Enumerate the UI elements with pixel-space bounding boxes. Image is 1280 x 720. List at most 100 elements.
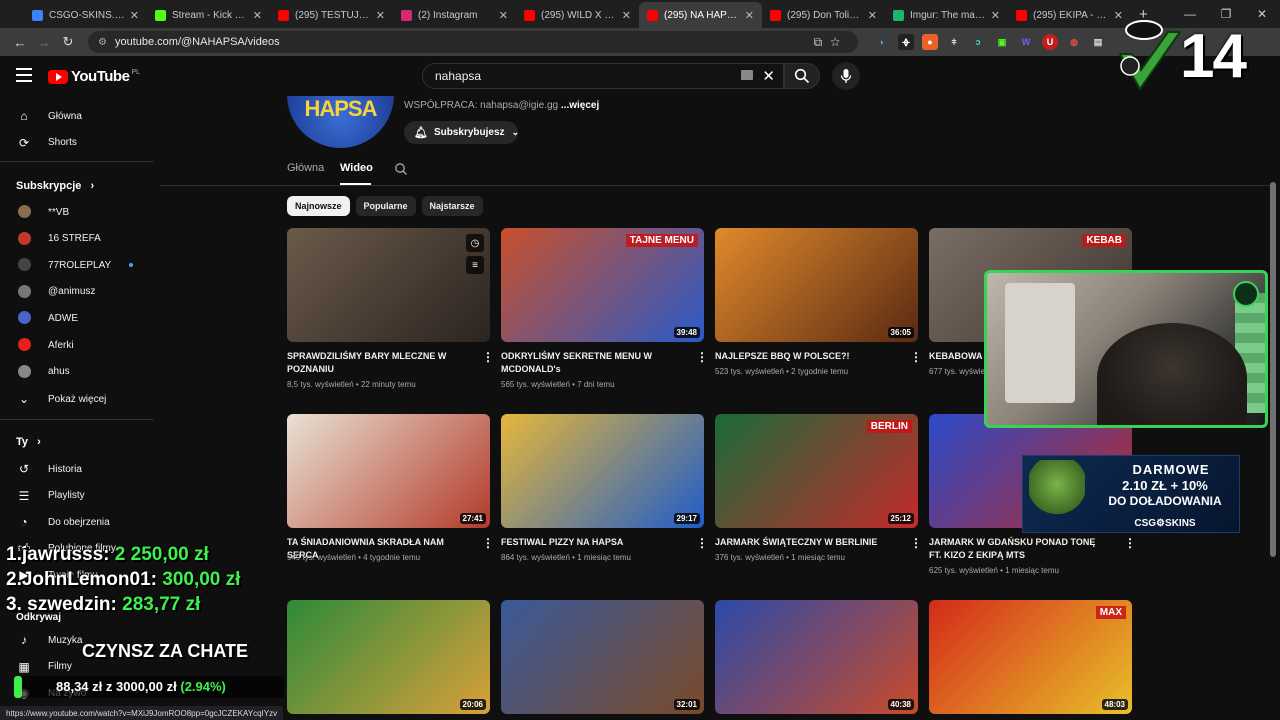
browser-tab[interactable]: (295) NA HAPSA - Yo ✕: [639, 2, 762, 28]
video-thumbnail[interactable]: TAJNE MENU 39:48: [501, 228, 704, 342]
browser-tab[interactable]: Stream - Kick Dashbo ✕: [147, 2, 270, 28]
video-card[interactable]: MAX 48:03: [929, 600, 1132, 714]
address-bar[interactable]: ⚙ youtube.com/@NAHAPSA/videos ⧉☆: [88, 31, 858, 53]
video-thumbnail[interactable]: 36:05: [715, 228, 918, 342]
reload-icon[interactable]: ↻: [56, 34, 80, 50]
video-thumbnail[interactable]: 27:41: [287, 414, 490, 528]
browser-tab[interactable]: (295) TESTUJEMY NA ✕: [270, 2, 393, 28]
more-actions-icon[interactable]: ⋮: [482, 350, 494, 364]
sidebar-subscription[interactable]: 16 STREFA: [0, 226, 154, 252]
extensions-puzzle-icon[interactable]: ▤: [1090, 34, 1106, 50]
sidebar-subscription[interactable]: ADWE: [0, 305, 154, 331]
sort-chip[interactable]: Najnowsze: [287, 196, 350, 216]
browser-tab[interactable]: (2) Instagram ✕: [393, 2, 516, 28]
video-thumbnail[interactable]: BERLIN 25:12: [715, 414, 918, 528]
sidebar-subscription[interactable]: 77ROLEPLAY: [0, 252, 154, 278]
extension-icon[interactable]: ↄ: [970, 34, 986, 50]
close-tab-icon[interactable]: ✕: [991, 9, 1000, 22]
subscribed-button[interactable]: 🔔︎ Subskrybujesz ⌄: [404, 121, 519, 144]
more-actions-icon[interactable]: ⋮: [910, 350, 922, 364]
tab-home[interactable]: Główna: [287, 162, 324, 174]
video-card[interactable]: 32:01: [501, 600, 704, 714]
video-thumbnail[interactable]: MAX 48:03: [929, 600, 1132, 714]
close-tab-icon[interactable]: ✕: [376, 9, 385, 22]
browser-tab[interactable]: (295) WILD X KABE X ✕: [516, 2, 639, 28]
video-thumbnail[interactable]: 32:01: [501, 600, 704, 714]
more-actions-icon[interactable]: ⋮: [910, 536, 922, 550]
close-window-icon[interactable]: ✕: [1244, 7, 1280, 21]
video-card[interactable]: 36:05 NAJLEPSZE BBQ W POLSCE?! ⋮ 523 tys. w…: [715, 228, 922, 376]
more-actions-icon[interactable]: ⋮: [1124, 536, 1136, 550]
close-tab-icon[interactable]: ✕: [745, 9, 754, 22]
extension-icon[interactable]: ǂ: [946, 34, 962, 50]
sidebar-item-history[interactable]: ↺ Historia: [0, 456, 154, 482]
sidebar-item-playlist[interactable]: ☰ Playlisty: [0, 483, 154, 509]
bookmark-star-icon[interactable]: ⧉☆: [814, 35, 848, 50]
video-thumbnail[interactable]: 20:06: [287, 600, 490, 714]
sidebar-subscription[interactable]: **VB: [0, 199, 154, 225]
tab-videos[interactable]: Wideo: [340, 162, 373, 174]
watch-later-icon[interactable]: ◷: [466, 234, 484, 252]
channel-avatar[interactable]: HAPSA: [287, 96, 394, 148]
more-actions-icon[interactable]: ⋮: [696, 350, 708, 364]
clear-search-icon[interactable]: ✕: [762, 67, 775, 85]
you-heading[interactable]: Ty ›: [16, 436, 41, 448]
extension-icon[interactable]: ●: [922, 34, 938, 50]
extension-icon[interactable]: W: [1018, 34, 1034, 50]
show-more-button[interactable]: ⌄ Pokaż więcej: [0, 386, 154, 412]
video-thumbnail[interactable]: 40:38: [715, 600, 918, 714]
close-tab-icon[interactable]: ✕: [499, 9, 508, 22]
youtube-logo[interactable]: YouTube PL: [48, 68, 140, 85]
back-icon[interactable]: ←: [8, 35, 32, 50]
video-thumbnail[interactable]: ◷ ≡: [287, 228, 490, 342]
site-info-icon[interactable]: ⚙: [98, 37, 107, 48]
sidebar-subscription[interactable]: @animusz: [0, 279, 154, 305]
more-link[interactable]: ...więcej: [561, 100, 599, 111]
video-card[interactable]: 29:17 FESTIWAL PIZZY NA HAPSA ⋮ 864 tys. wy…: [501, 414, 708, 562]
extension-icon[interactable]: ▣: [994, 34, 1010, 50]
maximize-icon[interactable]: ❐: [1208, 7, 1244, 21]
extension-icon[interactable]: ◍: [1066, 34, 1082, 50]
search-button[interactable]: [784, 63, 820, 89]
video-card[interactable]: 40:38: [715, 600, 918, 714]
browser-tab[interactable]: (295) Don Toliver & Y ✕: [762, 2, 885, 28]
sidebar-item-watch-later[interactable]: ◔ Do obejrzenia: [0, 509, 154, 535]
video-title[interactable]: ODKRYLIŚMY SEKRETNE MENU W MCDONALD's: [501, 350, 681, 376]
sidebar-item-home[interactable]: ⌂ Główna: [0, 103, 154, 129]
video-card[interactable]: TAJNE MENU 39:48 ODKRYLIŚMY SEKRETNE MENU …: [501, 228, 708, 389]
video-title[interactable]: SPRAWDZILIŚMY BARY MLECZNE W POZNANIU: [287, 350, 467, 376]
extension-icon[interactable]: ◗: [874, 34, 890, 50]
close-tab-icon[interactable]: ✕: [868, 9, 877, 22]
sort-chip[interactable]: Najstarsze: [421, 196, 483, 216]
sidebar-subscription[interactable]: ahus: [0, 359, 154, 385]
voice-search-button[interactable]: [832, 62, 860, 90]
video-card[interactable]: BERLIN 25:12 JARMARK ŚWIĄTECZNY W BERLINIE…: [715, 414, 922, 562]
video-card[interactable]: 27:41 TA ŚNIADANIOWNIA SKRADŁA NAM SERCA ⋮…: [287, 414, 494, 562]
page-scrollbar[interactable]: [1270, 182, 1276, 557]
video-card[interactable]: 20:06: [287, 600, 490, 714]
menu-icon[interactable]: [16, 68, 32, 82]
sort-chip[interactable]: Popularne: [355, 196, 416, 216]
close-tab-icon[interactable]: ✕: [622, 9, 631, 22]
close-tab-icon[interactable]: ✕: [253, 9, 262, 22]
video-title[interactable]: NAJLEPSZE BBQ W POLSCE?!: [715, 350, 895, 363]
more-actions-icon[interactable]: ⋮: [482, 536, 494, 550]
sidebar-subscription[interactable]: Aferki: [0, 332, 154, 358]
forward-icon[interactable]: →: [32, 35, 56, 50]
keyboard-icon[interactable]: [741, 70, 753, 80]
browser-tab[interactable]: Imgur: The magic of t ✕: [885, 2, 1008, 28]
video-title[interactable]: JARMARK ŚWIĄTECZNY W BERLINIE: [715, 536, 895, 549]
browser-tab[interactable]: CSGO-SKINS.COM - F ✕: [24, 2, 147, 28]
sidebar-item-shorts[interactable]: ⟳ Shorts: [0, 130, 154, 156]
video-card[interactable]: ◷ ≡ SPRAWDZILIŚMY BARY MLECZNE W POZNANIU ⋮…: [287, 228, 494, 389]
close-tab-icon[interactable]: ✕: [130, 9, 139, 22]
more-actions-icon[interactable]: ⋮: [696, 536, 708, 550]
add-to-queue-icon[interactable]: ≡: [466, 256, 484, 274]
channel-search-icon[interactable]: [394, 162, 408, 176]
extension-icon[interactable]: U: [1042, 34, 1058, 50]
search-input[interactable]: nahapsa ✕: [422, 63, 784, 89]
video-title[interactable]: JARMARK W GDAŃSKU PONAD TONĘ FT. KIZO Z …: [929, 536, 1109, 562]
video-thumbnail[interactable]: 29:17: [501, 414, 704, 528]
extension-icon[interactable]: ᚖ: [898, 34, 914, 50]
subscriptions-heading[interactable]: Subskrypcje ›: [16, 180, 94, 192]
